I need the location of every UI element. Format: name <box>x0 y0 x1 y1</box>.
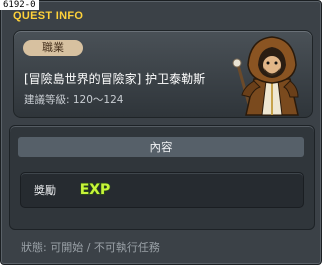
hooded-robed-npc-icon <box>232 36 299 116</box>
quest-recommended-level: 建議等級: 120～124 <box>24 94 124 106</box>
job-badge: 職業 <box>23 40 83 56</box>
reward-box: 獎勵 EXP <box>20 172 304 208</box>
reward-label: 獎勵 <box>34 184 56 197</box>
quest-info-window: QUEST INFO 職業 [冒險島世界的冒險家] 护卫泰勒斯 建議等級: 12… <box>0 0 322 265</box>
overlay-code: 6192-0 <box>0 0 39 10</box>
content-header: 內容 <box>18 137 304 157</box>
quest-status: 狀態: 可開始 / 不可執行任務 <box>21 241 160 254</box>
quest-name: [冒險島世界的冒險家] 护卫泰勒斯 <box>24 72 206 86</box>
quest-content-panel: 內容 獎勵 EXP <box>9 125 315 230</box>
window-title: QUEST INFO <box>13 10 84 22</box>
exp-icon-text: EXP <box>80 182 111 198</box>
exp-icon: EXP <box>79 181 111 198</box>
